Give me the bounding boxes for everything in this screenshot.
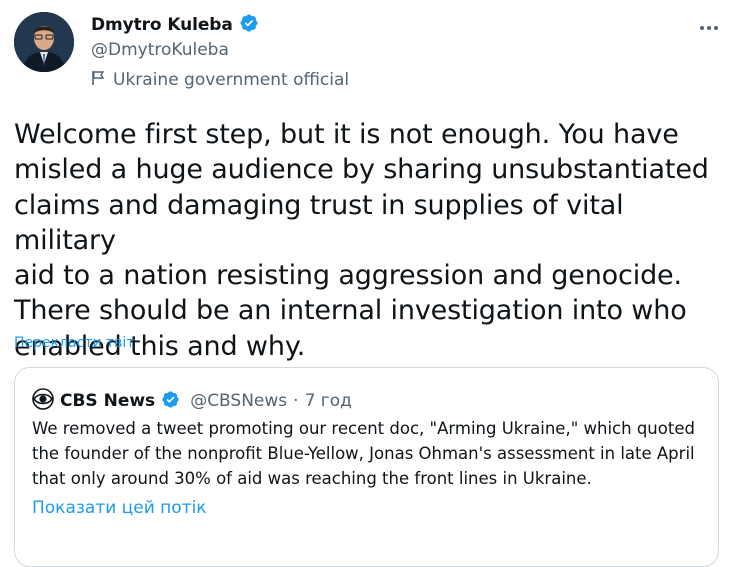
affiliation-label: Ukraine government official [91, 70, 349, 90]
author-name-row: Dmytro Kuleba [91, 13, 259, 37]
more-horizontal-icon [699, 16, 719, 35]
translate-tweet-link[interactable]: Перекласти твіт [14, 335, 134, 351]
affiliation-text: Ukraine government official [113, 70, 350, 90]
quoted-tweet-text: We removed a tweet promoting our recent … [32, 419, 695, 488]
more-options-button[interactable] [692, 10, 726, 40]
quoted-tweet[interactable]: CBS News @CBSNews · 7 год We removed a t… [14, 367, 719, 567]
quoted-tweet-header: CBS News @CBSNews · 7 год [32, 388, 352, 414]
author-name[interactable]: Dmytro Kuleba [91, 15, 233, 35]
author-handle[interactable]: @DmytroKuleba [91, 40, 229, 60]
quoted-author-name[interactable]: CBS News [60, 391, 155, 411]
flag-icon [91, 70, 105, 90]
verified-badge-icon [161, 390, 180, 413]
quoted-author-handle[interactable]: @CBSNews [190, 391, 287, 411]
author-avatar[interactable] [14, 12, 74, 72]
quoted-timestamp[interactable]: 7 год [305, 391, 352, 411]
show-thread-link[interactable]: Показати цей потік [32, 498, 207, 518]
verified-badge-icon [239, 13, 259, 37]
profile-photo [14, 12, 74, 72]
tweet-text: Welcome first step, but it is not enough… [14, 119, 709, 362]
separator-dot: · [293, 391, 299, 411]
tweet-header: Dmytro Kuleba @DmytroKuleba Ukraine gove… [0, 0, 744, 100]
cbs-eye-logo-icon [32, 388, 54, 414]
